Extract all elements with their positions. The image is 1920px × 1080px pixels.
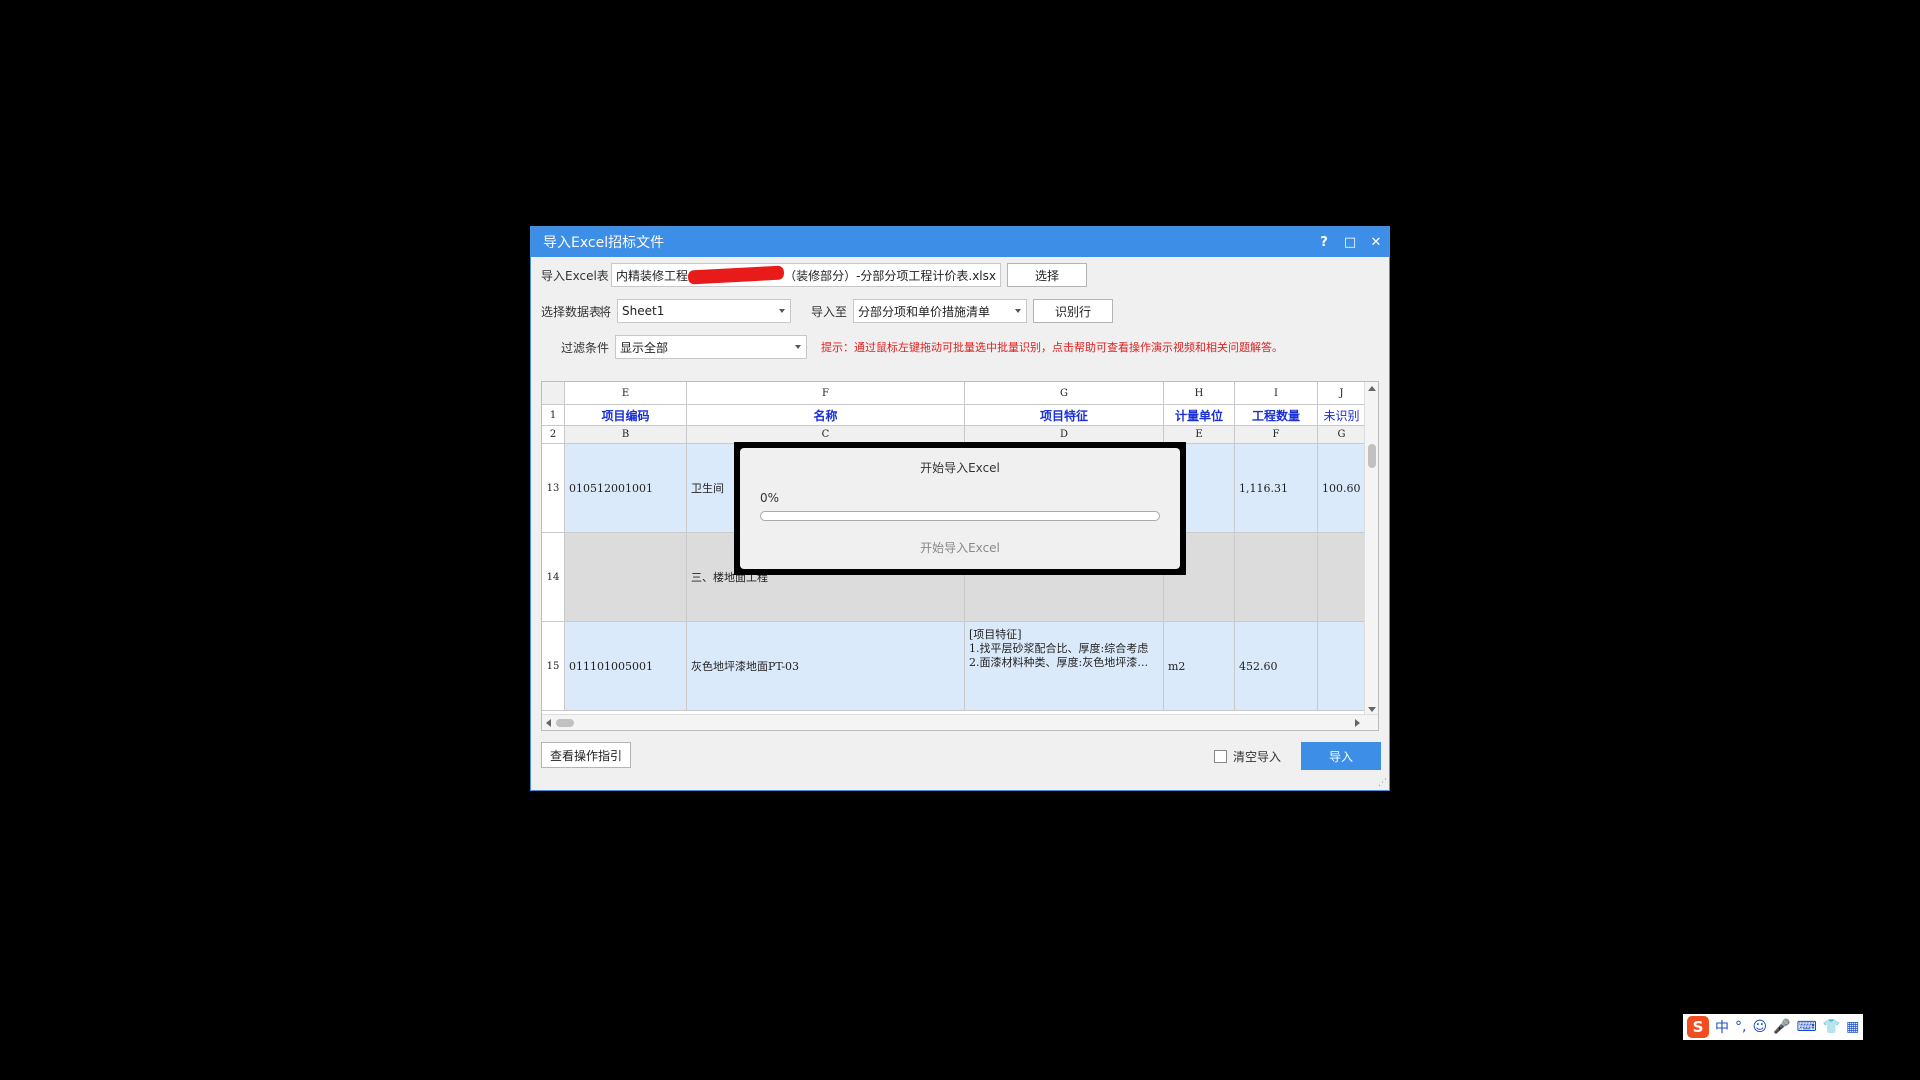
table-cell-code[interactable]: 010512001001: [565, 444, 687, 533]
source-col-cell[interactable]: B: [565, 426, 687, 444]
col-header-h[interactable]: H: [1164, 382, 1235, 405]
vertical-scroll-thumb[interactable]: [1368, 444, 1376, 468]
horizontal-scroll-thumb[interactable]: [556, 719, 574, 727]
table-cell-name[interactable]: 灰色地坪漆地面PT-03: [687, 622, 965, 711]
clear-import-checkbox[interactable]: [1214, 750, 1227, 763]
table-cell-qty[interactable]: 452.60: [1235, 622, 1318, 711]
sheet-select[interactable]: Sheet1: [617, 299, 791, 323]
field-feature-header[interactable]: 项目特征: [965, 405, 1164, 426]
scroll-down-icon[interactable]: [1368, 707, 1376, 712]
toolbox-icon[interactable]: ▦: [1846, 1019, 1859, 1035]
table-cell-unit[interactable]: m2: [1164, 622, 1235, 711]
vertical-scrollbar[interactable]: [1364, 382, 1378, 716]
table-cell-code[interactable]: [565, 533, 687, 622]
scroll-right-icon[interactable]: [1355, 719, 1360, 727]
emoji-icon[interactable]: ☺: [1752, 1019, 1767, 1035]
table-cell-extra[interactable]: [1318, 622, 1366, 711]
progress-status: 开始导入Excel: [920, 541, 1000, 555]
field-code-header[interactable]: 项目编码: [565, 405, 687, 426]
filter-select-value: 显示全部: [620, 340, 669, 355]
excel-file-row: 导入Excel表 内精装修工程 （装修部分）-分部分项工程计价表.xlsx 选择: [541, 263, 1087, 287]
source-col-cell[interactable]: G: [1318, 426, 1366, 444]
chevron-down-icon: [1015, 309, 1021, 313]
import-to-select[interactable]: 分部分项和单价措施清单: [853, 299, 1027, 323]
import-button[interactable]: 导入: [1301, 742, 1381, 770]
select-file-button[interactable]: 选择: [1007, 263, 1087, 287]
table-cell-qty[interactable]: 1,116.31: [1235, 444, 1318, 533]
sheet-row: 选择数据表 将 Sheet1 导入至 分部分项和单价措施清单 识别行: [541, 299, 1113, 323]
table-cell-extra[interactable]: [1318, 533, 1366, 622]
progress-percent: 0%: [760, 491, 780, 505]
field-unrecognized-header[interactable]: 未识别: [1318, 405, 1366, 426]
progress-title: 开始导入Excel: [920, 461, 1000, 475]
row-number[interactable]: 2: [542, 426, 565, 444]
chevron-down-icon: [795, 345, 801, 349]
microphone-icon[interactable]: 🎤: [1773, 1019, 1790, 1035]
clear-import-label: 清空导入: [1233, 750, 1282, 764]
col-header-e[interactable]: E: [565, 382, 687, 405]
corner-cell[interactable]: [542, 382, 565, 405]
col-header-f[interactable]: F: [687, 382, 965, 405]
view-guide-button[interactable]: 查看操作指引: [541, 742, 631, 768]
excel-file-label: 导入Excel表: [541, 268, 609, 283]
skin-icon[interactable]: 👕: [1823, 1019, 1840, 1035]
help-icon[interactable]: ?: [1311, 227, 1337, 257]
excel-path-field[interactable]: 内精装修工程 （装修部分）-分部分项工程计价表.xlsx: [611, 263, 1001, 287]
progress-dialog: 开始导入Excel 0% 开始导入Excel: [740, 448, 1180, 569]
sheet-label: 选择数据表: [541, 304, 602, 319]
excel-path-start: 内精装修工程: [616, 268, 689, 283]
table-cell-extra[interactable]: 100.60: [1318, 444, 1366, 533]
filter-label: 过滤条件: [560, 340, 609, 355]
source-col-cell[interactable]: F: [1235, 426, 1318, 444]
sheet-select-value: Sheet1: [622, 304, 665, 318]
resize-grip-icon[interactable]: ⋰: [1378, 778, 1387, 788]
excel-path-end: （装修部分）-分部分项工程计价表.xlsx: [784, 268, 996, 283]
clear-import-option[interactable]: 清空导入: [1214, 748, 1281, 765]
identify-rows-button[interactable]: 识别行: [1033, 299, 1113, 323]
col-header-i[interactable]: I: [1235, 382, 1318, 405]
chevron-down-icon: [779, 309, 785, 313]
field-qty-header[interactable]: 工程数量: [1235, 405, 1318, 426]
field-unit-header[interactable]: 计量单位: [1164, 405, 1235, 426]
table-cell-code[interactable]: 011101005001: [565, 622, 687, 711]
import-to-label: 导入至: [811, 304, 848, 319]
maximize-icon[interactable]: □: [1337, 227, 1363, 257]
import-to-value: 分部分项和单价措施清单: [858, 304, 991, 319]
scroll-up-icon[interactable]: [1368, 386, 1376, 391]
table-cell-qty[interactable]: [1235, 533, 1318, 622]
hint-text: 提示：通过鼠标左键拖动可批量选中批量识别，点击帮助可查看操作演示视频和相关问题解…: [821, 341, 1283, 354]
redaction-mark: [687, 265, 785, 285]
col-header-j[interactable]: J: [1318, 382, 1366, 405]
row-number[interactable]: 1: [542, 405, 565, 426]
progress-bar: [760, 511, 1160, 521]
filter-row: 过滤条件 显示全部 提示：通过鼠标左键拖动可批量选中批量识别，点击帮助可查看操作…: [541, 335, 1283, 359]
table-cell-feature[interactable]: [项目特征] 1.找平层砂浆配合比、厚度:综合考虑 2.面漆材料种类、厚度:灰色…: [965, 622, 1164, 711]
close-icon[interactable]: ✕: [1363, 227, 1389, 257]
field-name-header[interactable]: 名称: [687, 405, 965, 426]
dialog-title: 导入Excel招标文件: [543, 235, 665, 251]
row-number[interactable]: 13: [542, 444, 565, 533]
punctuation-icon[interactable]: °,: [1735, 1019, 1746, 1035]
ime-toolbar: S 中 °, ☺ 🎤 ⌨ 👕 ▦: [1683, 1014, 1864, 1040]
keyboard-icon[interactable]: ⌨: [1797, 1019, 1817, 1035]
progress-dialog-frame: 开始导入Excel 0% 开始导入Excel: [734, 442, 1186, 575]
col-header-g[interactable]: G: [965, 382, 1164, 405]
dialog-titlebar[interactable]: 导入Excel招标文件 ? □ ✕: [531, 227, 1389, 257]
sheet-prefix: 将: [599, 304, 612, 319]
scroll-left-icon[interactable]: [546, 719, 551, 727]
ime-lang-toggle[interactable]: 中: [1715, 1017, 1729, 1037]
filter-select[interactable]: 显示全部: [615, 335, 807, 359]
row-number[interactable]: 15: [542, 622, 565, 711]
row-number[interactable]: 14: [542, 533, 565, 622]
sogou-logo-icon[interactable]: S: [1687, 1016, 1709, 1038]
horizontal-scrollbar[interactable]: [542, 714, 1378, 730]
